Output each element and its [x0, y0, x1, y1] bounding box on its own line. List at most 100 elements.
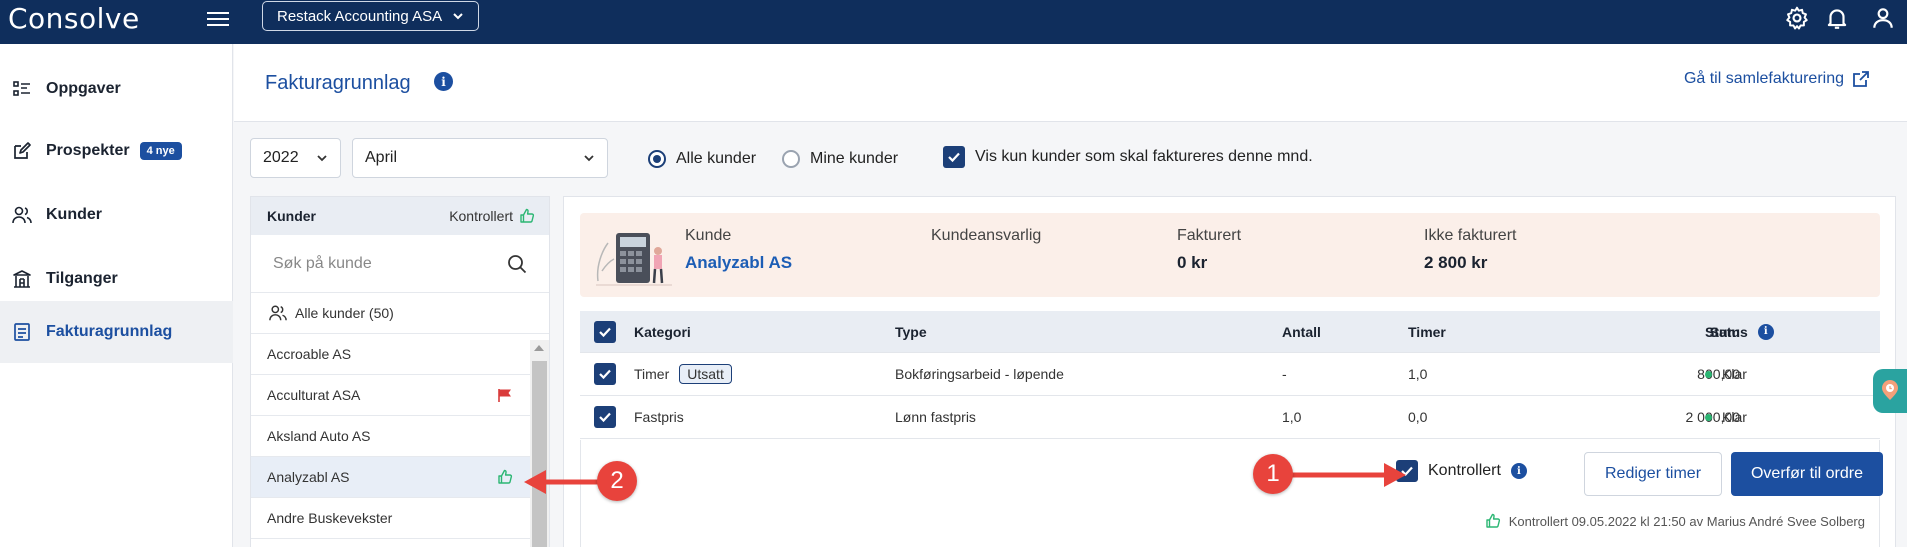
table-row: Fastpris Lønn fastpris 1,0 0,0 2 000,00 …	[580, 396, 1880, 439]
filter-checkbox-label: Vis kun kunder som skal faktureres denne…	[975, 148, 1313, 165]
kategori-value: Fastpris	[634, 409, 684, 425]
status-value: Klar	[1722, 409, 1747, 425]
timer-side-tab[interactable]	[1873, 369, 1907, 413]
calculator-illustration-icon	[596, 233, 672, 286]
table-header-row: Kategori Type Antall Timer Sum Status i	[580, 311, 1880, 353]
samlefakturering-link[interactable]: Gå til samlefakturering	[1684, 70, 1870, 88]
company-name: Restack Accounting ASA	[277, 7, 443, 25]
controlled-filter[interactable]: Kontrollert	[449, 208, 535, 224]
thumbs-up-icon	[520, 208, 535, 223]
scrollbar-thumb[interactable]	[532, 361, 547, 547]
sidebar-item-label: Prospekter	[46, 142, 130, 159]
kundeansvarlig-label: Kundeansvarlig	[931, 227, 1042, 244]
customer-name: Acculturat ASA	[267, 387, 361, 403]
chevron-down-icon	[453, 13, 463, 20]
customer-row[interactable]: Accroable AS	[251, 334, 531, 375]
users-icon	[269, 305, 287, 321]
search-icon	[508, 254, 527, 273]
status-cell: Klar	[1705, 396, 1747, 438]
radio-all-customers[interactable]: Alle kunder	[648, 150, 756, 168]
customer-row[interactable]: Aksland Auto AS	[251, 416, 531, 457]
chevron-down-icon	[584, 155, 594, 162]
fakturert-label: Fakturert	[1177, 227, 1242, 244]
status-dot-icon	[1705, 413, 1712, 421]
annotation-arrow-1	[1290, 463, 1406, 487]
status-dot-icon	[1705, 370, 1712, 378]
checkbox-checked-icon	[943, 146, 965, 168]
year-select[interactable]: 2022	[250, 138, 341, 178]
external-link-icon	[1853, 71, 1869, 87]
task-list-icon	[13, 81, 30, 96]
col-antall: Antall	[1282, 323, 1321, 340]
customer-search-input[interactable]: Søk på kunde	[251, 235, 549, 293]
customer-name: Aksland Auto AS	[267, 428, 371, 444]
customer-row-selected[interactable]: Analyzabl AS	[251, 457, 531, 498]
ikke-fakturert-label: Ikke fakturert	[1424, 227, 1517, 244]
invoice-month-filter-checkbox[interactable]: Vis kun kunder som skal faktureres denne…	[943, 146, 1313, 168]
edit-hours-button[interactable]: Rediger timer	[1584, 452, 1722, 496]
radio-my-customers[interactable]: Mine kunder	[782, 150, 898, 168]
thumbs-up-icon	[498, 469, 513, 484]
year-value: 2022	[263, 149, 299, 166]
samlefakturering-label: Gå til samlefakturering	[1683, 70, 1844, 87]
annotation-number-2: 2	[597, 461, 637, 501]
select-all-checkbox[interactable]	[594, 311, 616, 352]
info-icon[interactable]: i	[1757, 323, 1774, 340]
all-customers-item[interactable]: Alle kunder (50)	[251, 293, 549, 334]
customer-row[interactable]: Acculturat ASA	[251, 375, 531, 416]
chevron-down-icon	[317, 155, 327, 162]
company-selector[interactable]: Restack Accounting ASA	[262, 1, 480, 31]
sidebar-item-fakturagrunnlag[interactable]: Fakturagrunnlag	[0, 301, 233, 363]
invoice-detail-panel: Kunde Analyzabl AS Kundeansvarlig Faktur…	[563, 196, 1896, 547]
col-status: Status i	[1705, 311, 1774, 352]
col-kategori: Kategori	[634, 323, 691, 340]
controlled-label: Kontrollert	[449, 208, 513, 224]
customer-summary-card: Kunde Analyzabl AS Kundeansvarlig Faktur…	[580, 213, 1880, 297]
kategori-value: Timer	[634, 366, 670, 382]
ikke-fakturert-value: 2 800 kr	[1424, 253, 1488, 272]
radio-unselected-icon	[782, 150, 800, 168]
sidebar-item-label: Kunder	[46, 206, 102, 223]
table-row: Timer Utsatt Bokføringsarbeid - løpende -…	[580, 353, 1880, 396]
kunde-label: Kunde	[685, 227, 732, 244]
page-header: Fakturagrunnlag i Gå til samlefakturerin…	[234, 44, 1907, 122]
annotation-number-1: 1	[1253, 454, 1293, 494]
radio-selected-icon	[648, 150, 666, 168]
info-icon[interactable]: i	[1510, 463, 1527, 479]
month-select[interactable]: April	[352, 138, 608, 178]
sidebar-item-oppgaver[interactable]: Oppgaver	[0, 58, 233, 120]
status-tag: Utsatt	[679, 364, 732, 384]
fakturert-value: 0 kr	[1177, 253, 1208, 272]
sidebar-item-prospekter[interactable]: Prospekter 4 nye	[0, 120, 233, 182]
antall-cell: 1,0	[1282, 409, 1302, 425]
sidebar-item-kunder[interactable]: Kunder	[0, 184, 233, 246]
kontrollert-checkbox[interactable]: Kontrollert i	[1396, 460, 1527, 482]
search-placeholder: Søk på kunde	[273, 254, 372, 272]
transfer-to-order-button[interactable]: Overfør til ordre	[1731, 452, 1883, 496]
row-checkbox[interactable]	[594, 353, 616, 395]
page-title: Fakturagrunnlag	[265, 72, 411, 94]
gear-icon[interactable]	[1784, 5, 1810, 31]
new-count-badge: 4 nye	[139, 142, 182, 160]
bell-icon[interactable]	[1824, 5, 1850, 31]
menu-icon[interactable]	[207, 8, 229, 30]
scroll-up-arrow-icon[interactable]	[534, 345, 544, 351]
row-checkbox[interactable]	[594, 396, 616, 438]
user-icon[interactable]	[1870, 5, 1896, 31]
col-timer: Timer	[1408, 323, 1446, 340]
antall-cell: -	[1282, 366, 1287, 382]
app-logo[interactable]: Consolve	[8, 2, 140, 35]
customer-name: Accroable AS	[267, 346, 352, 362]
customer-row[interactable]: Andre Buskevekster	[251, 498, 531, 539]
flag-icon	[498, 389, 511, 402]
invoice-icon	[14, 323, 30, 341]
type-cell: Lønn fastpris	[895, 409, 976, 425]
sidebar-item-label: Tilganger	[46, 270, 118, 287]
customer-name: Andre Buskevekster	[267, 510, 393, 526]
checkbox-checked-icon	[594, 363, 616, 385]
sidebar-item-label: Fakturagrunnlag	[46, 323, 173, 340]
kunde-value-link[interactable]: Analyzabl AS	[685, 253, 792, 273]
info-icon[interactable]: i	[434, 72, 453, 91]
col-type: Type	[895, 323, 927, 340]
radio-mine-label: Mine kunder	[810, 150, 899, 167]
